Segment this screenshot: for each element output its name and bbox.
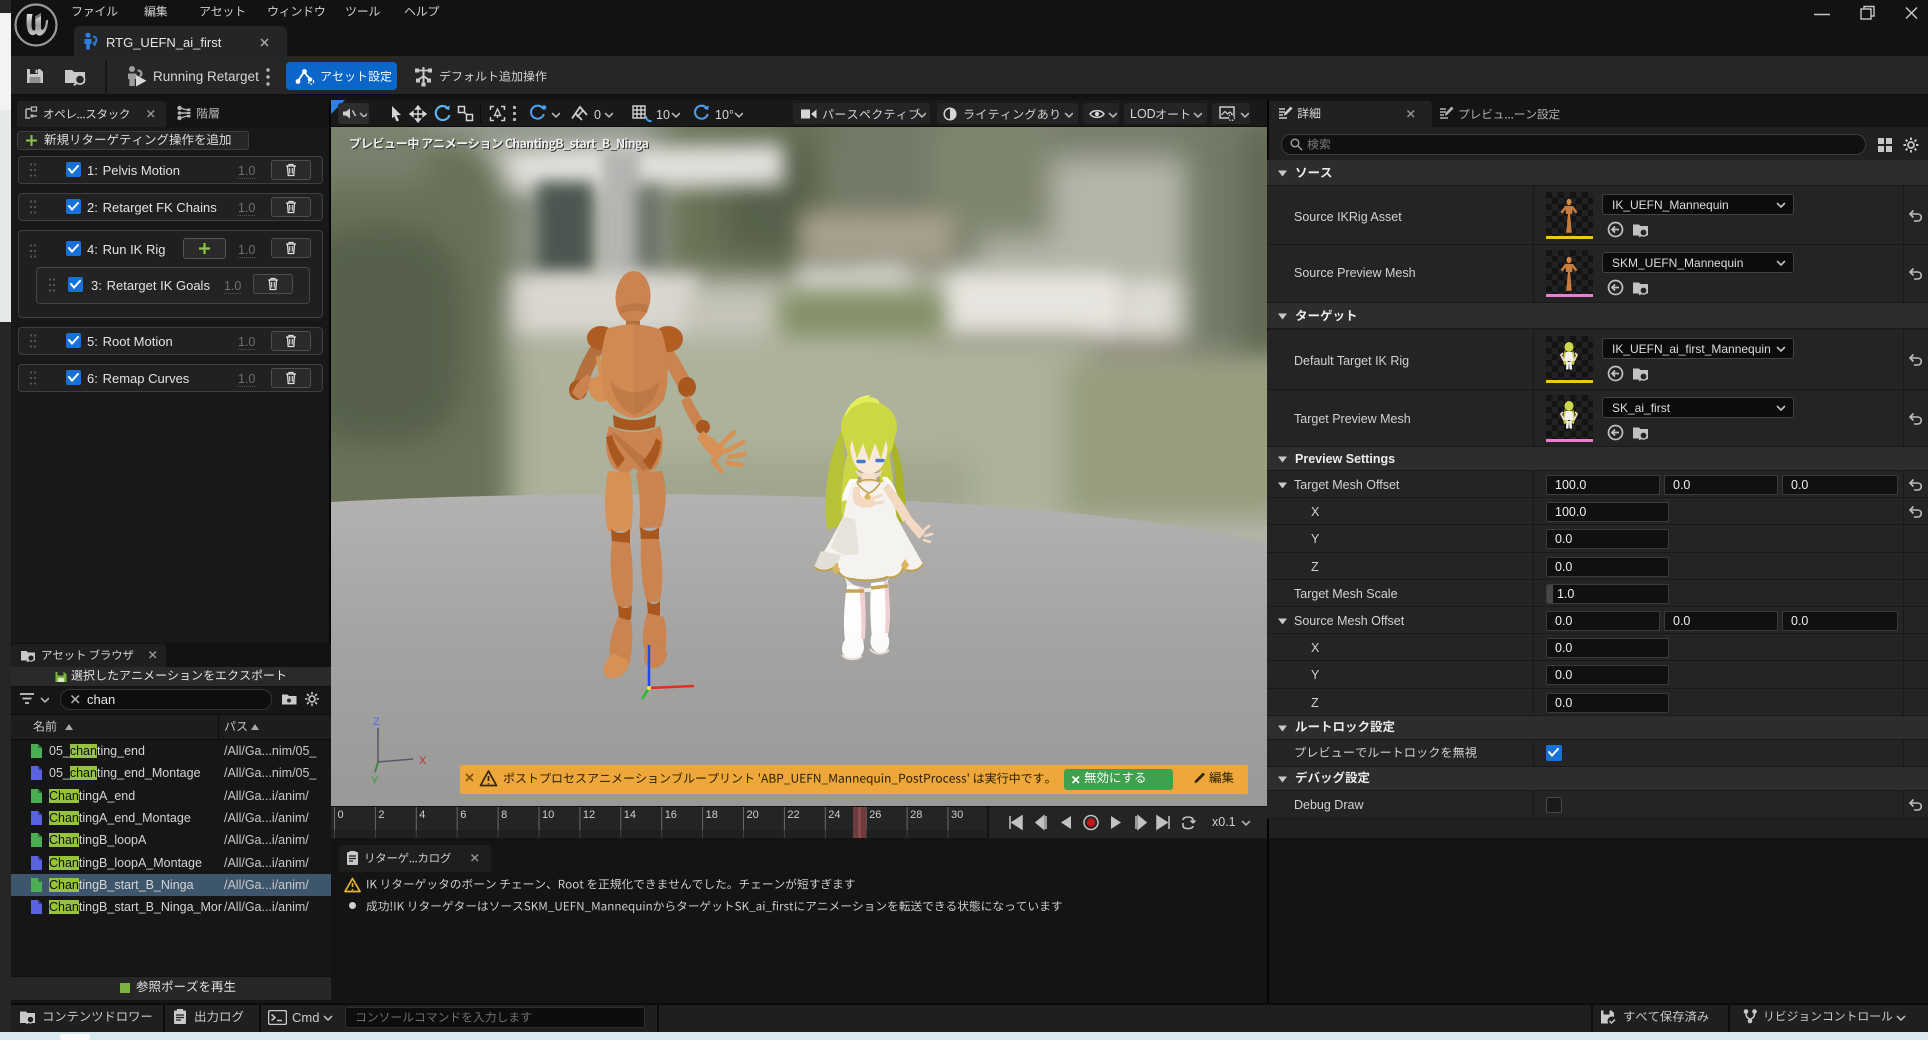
svg-text:30: 30 bbox=[951, 809, 963, 821]
svg-text:22: 22 bbox=[787, 809, 799, 821]
svg-text:X: X bbox=[419, 755, 427, 767]
svg-text:10: 10 bbox=[542, 809, 554, 821]
svg-text:4: 4 bbox=[419, 809, 425, 821]
svg-text:12: 12 bbox=[583, 809, 595, 821]
svg-text:Y: Y bbox=[371, 775, 379, 787]
svg-text:8: 8 bbox=[501, 809, 507, 821]
svg-text:0: 0 bbox=[338, 809, 344, 821]
svg-text:14: 14 bbox=[624, 809, 636, 821]
svg-text:26: 26 bbox=[869, 809, 881, 821]
svg-text:Z: Z bbox=[373, 716, 380, 728]
svg-text:6: 6 bbox=[460, 809, 466, 821]
svg-text:28: 28 bbox=[910, 809, 922, 821]
svg-text:16: 16 bbox=[665, 809, 677, 821]
svg-text:18: 18 bbox=[706, 809, 718, 821]
svg-text:20: 20 bbox=[747, 809, 759, 821]
svg-text:2: 2 bbox=[378, 809, 384, 821]
svg-text:24: 24 bbox=[828, 809, 840, 821]
